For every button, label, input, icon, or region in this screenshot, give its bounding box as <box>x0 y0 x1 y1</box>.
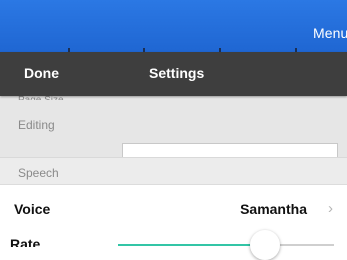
page-title: Settings <box>149 65 205 81</box>
rate-label: Rate <box>10 236 41 247</box>
rate-slider-fill <box>118 244 265 246</box>
menu-button[interactable]: Menu <box>313 25 347 41</box>
done-button[interactable]: Done <box>24 65 59 81</box>
settings-navbar: Done Settings <box>0 52 347 96</box>
editing-label: Editing <box>18 118 55 132</box>
rate-slider-thumb[interactable] <box>250 230 280 260</box>
rate-slider[interactable] <box>118 230 334 260</box>
editing-field[interactable] <box>122 143 338 158</box>
rate-row: Rate <box>0 230 347 260</box>
editing-section-header: Editing <box>0 118 347 140</box>
speech-section-label: Speech <box>18 166 59 180</box>
voice-label: Voice <box>14 201 51 217</box>
voice-row[interactable]: Voice Samantha › <box>0 184 347 232</box>
speech-section-header: Speech <box>0 157 347 185</box>
chevron-right-icon: › <box>328 200 333 217</box>
voice-value: Samantha <box>240 201 307 217</box>
